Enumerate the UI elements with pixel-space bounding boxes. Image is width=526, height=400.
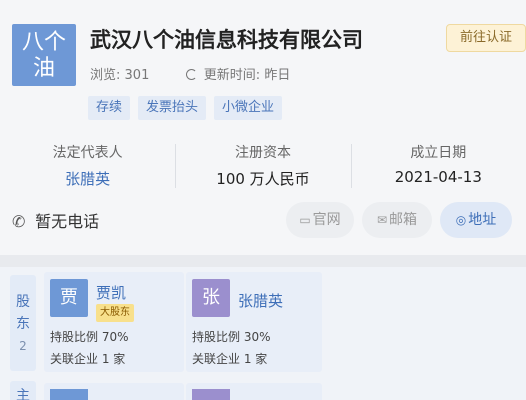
avatar: 张 [192, 279, 230, 317]
related-companies: 关联企业 1 家 [192, 352, 268, 366]
shareholders-tab[interactable]: 股 东 2 [10, 275, 36, 371]
updated-label: 更新时间: [203, 68, 261, 83]
major-shareholder-badge: 大股东 [96, 304, 134, 322]
legal-rep-label: 法定代表人 [52, 145, 123, 161]
share-ratio: 持股比例 30% [192, 330, 271, 344]
founded-label: 成立日期 [410, 145, 467, 161]
company-tags: 存续 发票抬头 小微企业 [88, 96, 283, 120]
tag-invoice[interactable]: 发票抬头 [138, 96, 207, 120]
capital-value: 100 万人民币 [216, 170, 310, 188]
company-info-row: 法定代表人 张腊英 注册资本 100 万人民币 成立日期 2021-04-13 [0, 140, 526, 192]
website-button[interactable]: ▭ 官网 [286, 202, 354, 238]
avatar [192, 389, 230, 400]
shareholder-name[interactable]: 贾凯 [96, 282, 126, 303]
company-name: 武汉八个油信息科技有限公司 [90, 28, 363, 52]
monitor-icon: ▭ [299, 213, 311, 227]
phone-text: 暂无电话 [35, 212, 100, 231]
views-count: 301 [124, 68, 150, 83]
logo-line-1: 八个 [21, 30, 66, 55]
logo-line-2: 油 [32, 56, 55, 81]
shareholders-count: 2 [19, 339, 27, 353]
website-label: 官网 [312, 212, 341, 228]
phone-icon: ✆ [12, 212, 26, 231]
tag-small-business[interactable]: 小微企业 [214, 96, 283, 120]
capital-column: 注册资本 100 万人民币 [175, 140, 350, 192]
section-divider [0, 255, 526, 267]
avatar: 贾 [50, 279, 88, 317]
address-label: 地址 [468, 212, 497, 228]
next-card-partial[interactable] [44, 383, 184, 400]
shareholders-tab-line-2: 东 [16, 316, 30, 332]
company-logo: 八个 油 [12, 24, 76, 86]
address-button[interactable]: ◎ 地址 [440, 202, 512, 238]
refresh-icon [185, 69, 197, 80]
shareholders-tab-line-1: 股 [16, 294, 30, 310]
email-button[interactable]: ✉ 邮箱 [362, 202, 432, 238]
mail-icon: ✉ [376, 213, 388, 227]
share-ratio: 持股比例 70% [50, 330, 129, 344]
founded-column: 成立日期 2021-04-13 [350, 140, 526, 192]
shareholder-name[interactable]: 张腊英 [238, 290, 283, 311]
key-personnel-tab[interactable]: 主 [10, 381, 36, 400]
email-label: 邮箱 [389, 212, 418, 228]
legal-rep-link[interactable]: 张腊英 [0, 168, 175, 189]
shareholders-section: 股 东 2 贾 贾凯 大股东 持股比例 70% 关联企业 1 家 张 张腊英 持… [0, 267, 526, 400]
location-pin-icon: ◎ [455, 213, 467, 227]
company-meta: 浏览: 301 更新时间: 昨日 [90, 64, 290, 83]
views-label: 浏览: [90, 68, 121, 83]
related-companies: 关联企业 1 家 [50, 352, 126, 366]
phone-row[interactable]: ✆ 暂无电话 [12, 208, 99, 232]
avatar [50, 389, 88, 400]
legal-rep-column: 法定代表人 张腊英 [0, 140, 175, 192]
shareholder-card[interactable]: 贾 贾凯 大股东 持股比例 70% 关联企业 1 家 [44, 272, 184, 372]
verify-button[interactable]: 前往认证 [446, 24, 526, 52]
next-card-partial[interactable] [186, 383, 322, 400]
company-card: 八个 油 武汉八个油信息科技有限公司 前往认证 浏览: 301 更新时间: 昨日… [0, 0, 526, 255]
founded-value: 2021-04-13 [394, 168, 482, 186]
updated-value: 昨日 [264, 68, 291, 83]
capital-label: 注册资本 [234, 145, 291, 161]
tag-status[interactable]: 存续 [88, 96, 131, 120]
shareholder-card[interactable]: 张 张腊英 持股比例 30% 关联企业 1 家 [186, 272, 322, 372]
